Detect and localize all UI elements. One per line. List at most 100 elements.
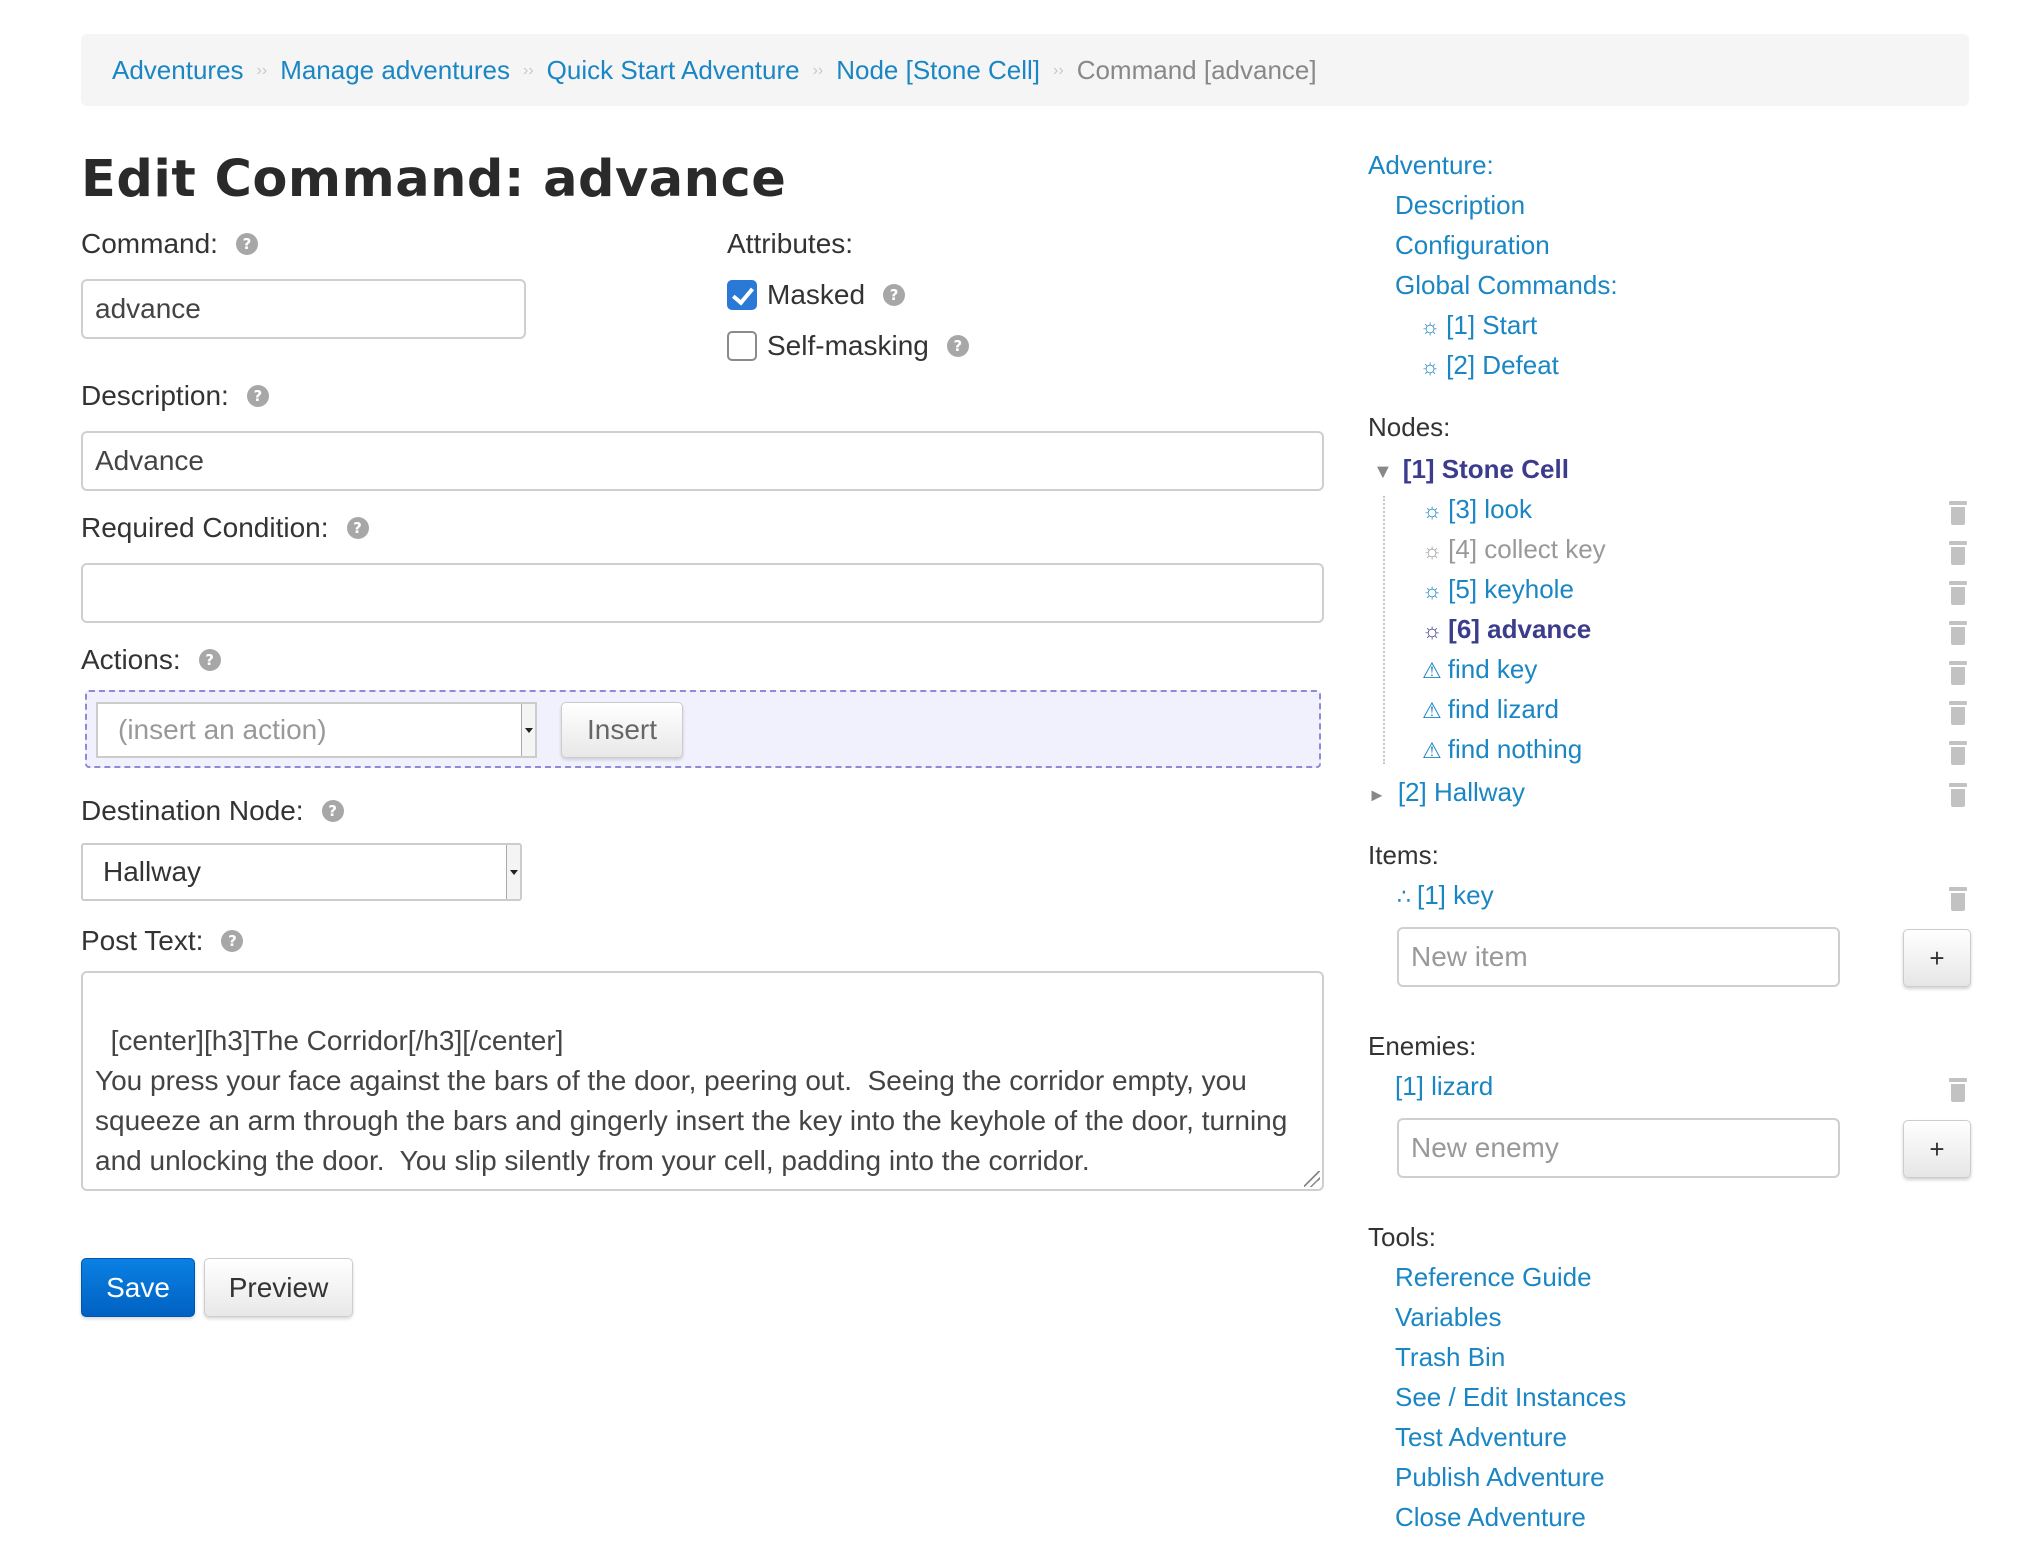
plus-icon: +: [1929, 942, 1945, 973]
sidebar-item-description[interactable]: Description: [1395, 190, 1525, 221]
trash-icon[interactable]: [1949, 621, 1967, 645]
self-masking-checkbox[interactable]: [727, 331, 757, 361]
node-event-find-nothing[interactable]: ⚠ find nothing: [1422, 734, 1582, 765]
item-dots-icon: ∴: [1397, 884, 1411, 909]
node-event-find-lizard[interactable]: ⚠ find lizard: [1422, 694, 1559, 725]
required-condition-label: Required Condition: ?: [81, 512, 369, 544]
help-icon[interactable]: ?: [946, 335, 969, 357]
trash-icon[interactable]: [1949, 701, 1967, 725]
global-command-label: [1] Start: [1446, 310, 1538, 340]
command-label-text: Command:: [81, 228, 218, 259]
trash-icon[interactable]: [1949, 501, 1967, 525]
masked-option: Masked ?: [727, 279, 906, 311]
enemies-heading: Enemies:: [1368, 1031, 1477, 1061]
node-command-collect-key[interactable]: ☼ [4] collect key: [1422, 534, 1606, 565]
add-item-button[interactable]: +: [1903, 929, 1971, 987]
save-button[interactable]: Save: [81, 1258, 195, 1317]
description-label: Description: ?: [81, 380, 269, 412]
tool-trash-bin[interactable]: Trash Bin: [1395, 1342, 1505, 1373]
masked-checkbox[interactable]: [727, 280, 757, 310]
chevron-down-icon: [521, 704, 535, 756]
command-input-value: advance: [95, 293, 201, 324]
new-item-input[interactable]: New item: [1397, 927, 1840, 987]
node-command-keyhole[interactable]: ☼ [5] keyhole: [1422, 574, 1574, 605]
gear-icon: ☼: [1420, 354, 1441, 379]
nodes-heading: Nodes:: [1368, 412, 1451, 442]
attributes-label: Attributes:: [727, 228, 853, 260]
node-event-find-key[interactable]: ⚠ find key: [1422, 654, 1537, 685]
node-command-label: [5] keyhole: [1448, 574, 1574, 604]
page-title: Edit Command: advance: [81, 150, 787, 209]
gear-icon: ☼: [1422, 578, 1443, 603]
trash-icon[interactable]: [1949, 661, 1967, 685]
node-command-look[interactable]: ☼ [3] look: [1422, 494, 1532, 525]
command-input[interactable]: advance: [81, 279, 526, 339]
help-icon[interactable]: ?: [198, 649, 221, 671]
new-item-placeholder: New item: [1411, 941, 1528, 972]
expanded-triangle-icon[interactable]: ▼: [1373, 461, 1393, 483]
enemy-lizard[interactable]: [1] lizard: [1395, 1071, 1493, 1102]
tools-heading: Tools:: [1368, 1222, 1436, 1252]
description-input[interactable]: Advance: [81, 431, 1324, 491]
trash-icon[interactable]: [1949, 783, 1967, 807]
help-icon[interactable]: ?: [883, 284, 906, 306]
node-command-advance[interactable]: ☼ [6] advance: [1422, 614, 1591, 645]
sidebar-item-configuration[interactable]: Configuration: [1395, 230, 1550, 261]
tool-reference-guide[interactable]: Reference Guide: [1395, 1262, 1592, 1293]
self-masking-label: Self-masking: [767, 330, 929, 361]
trash-icon[interactable]: [1949, 887, 1967, 911]
tool-test-adventure[interactable]: Test Adventure: [1395, 1422, 1567, 1453]
node-stone-cell[interactable]: ▼ [1] Stone Cell: [1373, 454, 1569, 485]
description-label-text: Description:: [81, 380, 229, 411]
gear-icon: ☼: [1420, 314, 1441, 339]
trash-icon[interactable]: [1949, 741, 1967, 765]
tree-guide: [1383, 496, 1385, 764]
sidebar-adventure-heading[interactable]: Adventure:: [1368, 150, 1494, 181]
destination-node-label-text: Destination Node:: [81, 795, 304, 826]
trash-icon[interactable]: [1949, 581, 1967, 605]
trash-icon[interactable]: [1949, 1078, 1967, 1102]
tool-close-adventure[interactable]: Close Adventure: [1395, 1502, 1586, 1533]
help-icon[interactable]: ?: [221, 930, 244, 952]
enemy-label: [1] lizard: [1395, 1071, 1494, 1101]
breadcrumb-adventures[interactable]: Adventures: [112, 55, 244, 86]
tool-variables[interactable]: Variables: [1395, 1302, 1501, 1333]
required-condition-input[interactable]: [81, 563, 1324, 623]
sidebar-item-global-commands[interactable]: Global Commands:: [1395, 270, 1618, 301]
global-command-label: [2] Defeat: [1446, 350, 1559, 380]
help-icon[interactable]: ?: [246, 385, 269, 407]
collapsed-triangle-icon[interactable]: ►: [1368, 785, 1386, 805]
chevron-down-icon: [506, 845, 520, 899]
node-hallway[interactable]: ► [2] Hallway: [1368, 777, 1525, 808]
breadcrumb-manage-adventures[interactable]: Manage adventures: [280, 55, 510, 86]
help-icon[interactable]: ?: [235, 233, 258, 255]
help-icon[interactable]: ?: [321, 800, 344, 822]
global-command-defeat[interactable]: ☼ [2] Defeat: [1420, 350, 1559, 381]
tool-publish-adventure[interactable]: Publish Adventure: [1395, 1462, 1605, 1493]
preview-button[interactable]: Preview: [204, 1258, 353, 1317]
add-enemy-button[interactable]: +: [1903, 1120, 1971, 1178]
destination-node-select[interactable]: Hallway: [81, 843, 522, 901]
post-text-textarea[interactable]: [center][h3]The Corridor[/h3][/center] Y…: [81, 971, 1324, 1191]
insert-button[interactable]: Insert: [561, 702, 683, 758]
required-condition-label-text: Required Condition:: [81, 512, 329, 543]
item-key[interactable]: ∴ [1] key: [1397, 880, 1494, 911]
new-enemy-input[interactable]: New enemy: [1397, 1118, 1840, 1178]
tool-see-edit-instances[interactable]: See / Edit Instances: [1395, 1382, 1626, 1413]
breadcrumb-quick-start-adventure[interactable]: Quick Start Adventure: [547, 55, 800, 86]
attributes-label-text: Attributes:: [727, 228, 854, 259]
insert-action-select[interactable]: (insert an action): [96, 702, 537, 758]
node-label: [2] Hallway: [1397, 777, 1525, 807]
help-icon[interactable]: ?: [346, 517, 369, 539]
global-command-start[interactable]: ☼ [1] Start: [1420, 310, 1537, 341]
breadcrumb-separator: ››: [256, 62, 268, 79]
insert-action-placeholder: (insert an action): [118, 714, 327, 745]
trash-icon[interactable]: [1949, 541, 1967, 565]
warning-icon: ⚠: [1422, 658, 1442, 683]
node-command-label: [4] collect key: [1448, 534, 1606, 564]
command-label: Command: ?: [81, 228, 258, 260]
breadcrumb-node-stone-cell[interactable]: Node [Stone Cell]: [836, 55, 1040, 86]
resize-grip-icon[interactable]: [1304, 1171, 1320, 1187]
save-button-label: Save: [106, 1271, 170, 1303]
warning-icon: ⚠: [1422, 738, 1442, 763]
